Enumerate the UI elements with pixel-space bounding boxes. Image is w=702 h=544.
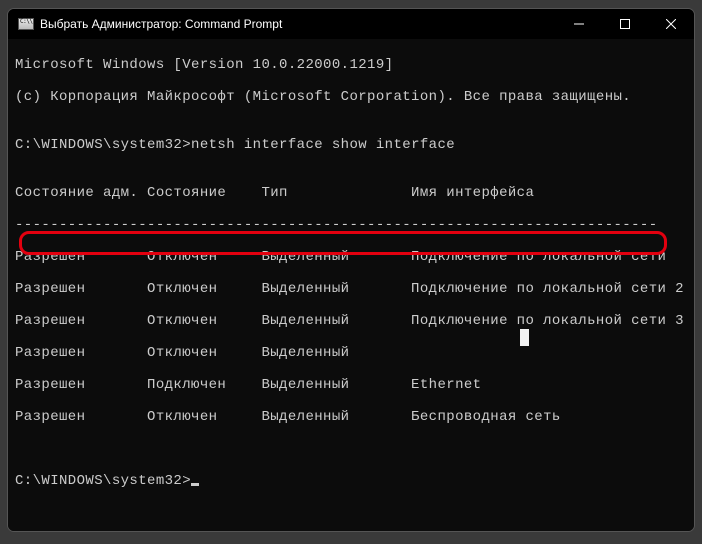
table-row: Разрешен Отключен Выделенный Беспроводна… bbox=[15, 409, 694, 425]
table-header: Состояние адм. Состояние Тип Имя интерфе… bbox=[15, 185, 694, 201]
prompt-path: C:\WINDOWS\system32> bbox=[15, 137, 191, 153]
close-button[interactable] bbox=[648, 9, 694, 39]
prompt-line: C:\WINDOWS\system32>netsh interface show… bbox=[15, 137, 694, 153]
cmd-icon bbox=[18, 18, 34, 30]
copyright-line: (c) Корпорация Майкрософт (Microsoft Cor… bbox=[15, 89, 694, 105]
version-line: Microsoft Windows [Version 10.0.22000.12… bbox=[15, 57, 694, 73]
titlebar[interactable]: Выбрать Администратор: Command Prompt bbox=[8, 9, 694, 39]
table-row: Разрешен Отключен Выделенный Подключение… bbox=[15, 281, 694, 297]
text-cursor bbox=[191, 483, 199, 486]
command-prompt-window: Выбрать Администратор: Command Prompt Mi… bbox=[7, 8, 695, 532]
prompt-path: C:\WINDOWS\system32> bbox=[15, 473, 191, 489]
table-separator: ----------------------------------------… bbox=[15, 217, 694, 233]
table-row: Разрешен Отключен Выделенный Подключение… bbox=[15, 249, 694, 265]
selection-block bbox=[520, 329, 529, 346]
console-output[interactable]: Microsoft Windows [Version 10.0.22000.12… bbox=[8, 39, 694, 532]
table-row: Разрешен Отключен Выделенный bbox=[15, 345, 694, 361]
table-row: Разрешен Отключен Выделенный Подключение… bbox=[15, 313, 694, 329]
minimize-button[interactable] bbox=[556, 9, 602, 39]
maximize-button[interactable] bbox=[602, 9, 648, 39]
table-row: Разрешен Подключен Выделенный Ethernet bbox=[15, 377, 694, 393]
prompt-line: C:\WINDOWS\system32> bbox=[15, 473, 694, 489]
window-title: Выбрать Администратор: Command Prompt bbox=[40, 17, 556, 31]
prompt-command: netsh interface show interface bbox=[191, 137, 455, 153]
